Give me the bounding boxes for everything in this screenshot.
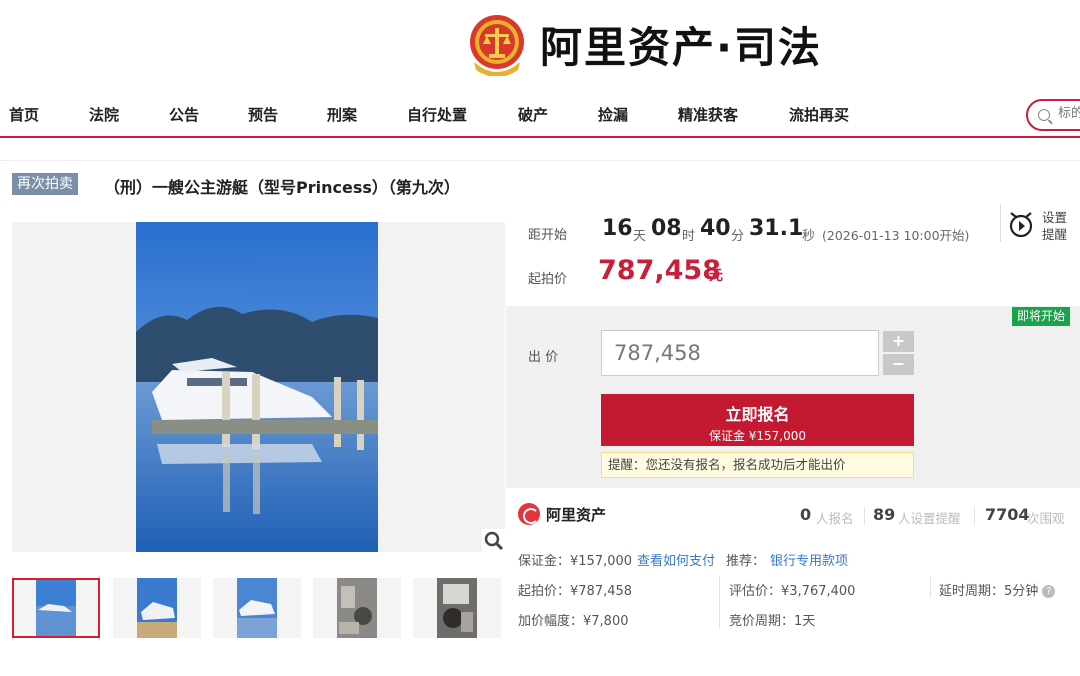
start-price-label: 起拍价 xyxy=(528,272,568,287)
countdown-seconds: 31.1 xyxy=(749,216,804,241)
alarm-clock-icon xyxy=(1009,212,1033,238)
nav-item-criminal[interactable]: 刑案 xyxy=(327,104,357,125)
bank-account-link[interactable]: 银行专用款项 xyxy=(770,550,848,569)
countdown-minutes-unit: 分 xyxy=(731,229,745,244)
nav-item-announcement[interactable]: 公告 xyxy=(169,104,199,125)
nav-item-preview[interactable]: 预告 xyxy=(248,104,278,125)
view-count: 7704 xyxy=(985,505,1030,524)
signup-label: 立即报名 xyxy=(725,405,790,424)
reminder-separator xyxy=(1000,204,1001,242)
search-box[interactable] xyxy=(1026,99,1080,131)
thumbnail-image xyxy=(36,580,76,636)
nav-item-bargain[interactable]: 捡漏 xyxy=(598,104,628,125)
signup-count: 0 xyxy=(800,505,812,524)
nav-item-home[interactable]: 首页 xyxy=(9,104,39,125)
signup-deposit: 保证金 ¥157,000 xyxy=(708,429,807,443)
reminder-count: 89 xyxy=(873,505,896,524)
main-image-viewer[interactable] xyxy=(12,222,505,552)
bid-increase-button[interactable]: + xyxy=(883,331,914,352)
start-price-value: 787,458 xyxy=(598,255,721,286)
ali-assets-logo-icon xyxy=(518,503,540,525)
zoom-button[interactable] xyxy=(482,529,506,553)
thumbnail-2[interactable] xyxy=(113,578,201,638)
increment-info: 加价幅度：¥7,800 xyxy=(518,614,629,629)
thumbnail-image xyxy=(437,578,477,638)
yacht-photo xyxy=(136,222,378,552)
set-reminder-button[interactable]: 设置 提醒 xyxy=(1007,207,1080,243)
bid-label: 出 价 xyxy=(528,350,559,365)
signup-now-button[interactable]: 立即报名 保证金 ¥157,000 xyxy=(601,394,914,446)
listing-title: （刑）一艘公主游艇（型号Princess）（第九次） xyxy=(104,178,460,197)
nav-item-relist-buy[interactable]: 流拍再买 xyxy=(789,104,849,125)
thumbnail-1[interactable] xyxy=(12,578,100,638)
countdown-seconds-unit: 秒 xyxy=(802,229,816,244)
signup-count-text: 人报名 xyxy=(816,511,854,526)
how-to-pay-link[interactable]: 查看如何支付 xyxy=(637,550,715,569)
thumbnail-image xyxy=(137,578,177,638)
info-separator xyxy=(930,576,931,598)
recommend-label: 推荐： xyxy=(726,554,766,569)
nav-item-precise-leads[interactable]: 精准获客 xyxy=(678,104,738,125)
reminder-count-text: 人设置提醒 xyxy=(898,511,961,526)
search-input[interactable] xyxy=(1058,106,1080,121)
bid-amount-input[interactable] xyxy=(601,330,879,376)
thumbnail-image xyxy=(337,578,377,638)
nav-item-bankruptcy[interactable]: 破产 xyxy=(518,104,548,125)
ali-assets-brand-text: 阿里资产 xyxy=(546,505,607,524)
reminder-line2: 提醒 xyxy=(1042,227,1068,242)
ali-assets-brand: 阿里资产 xyxy=(518,503,606,525)
delay-period-text: 延时周期：5分钟 xyxy=(939,584,1039,599)
status-badge: 即将开始 xyxy=(1012,307,1071,326)
countdown-label: 距开始 xyxy=(528,228,568,243)
start-price-unit: 元 xyxy=(709,268,723,284)
countdown-hours-unit: 时 xyxy=(682,229,696,244)
court-emblem-icon xyxy=(470,15,524,76)
thumbnail-3[interactable] xyxy=(213,578,301,638)
main-nav: 首页 法院 公告 预告 刑案 自行处置 破产 捡漏 精准获客 流拍再买 xyxy=(0,92,1080,138)
stat-separator xyxy=(974,507,975,525)
signup-notice: 提醒：您还没有报名，报名成功后才能出价 xyxy=(601,452,914,478)
magnifier-icon xyxy=(484,531,504,551)
thumbnail-image xyxy=(237,578,277,638)
relist-tag: 再次拍卖 xyxy=(12,173,78,195)
help-icon[interactable]: ? xyxy=(1042,585,1056,598)
view-count-text: 次围观 xyxy=(1027,511,1065,526)
site-logo[interactable]: 阿里资产·司法 xyxy=(468,8,822,80)
countdown-days-unit: 天 xyxy=(633,229,647,244)
appraisal-info: 评估价：¥3,767,400 xyxy=(729,584,856,599)
start-time-note: (2026-01-13 10:00开始) xyxy=(822,228,970,243)
info-separator xyxy=(719,576,720,628)
section-divider xyxy=(0,160,1080,161)
countdown-minutes: 40 xyxy=(700,216,731,241)
thumbnail-4[interactable] xyxy=(313,578,401,638)
thumbnail-5[interactable] xyxy=(413,578,501,638)
search-icon xyxy=(1038,109,1050,121)
delay-period-info: 延时周期：5分钟? xyxy=(939,580,1056,599)
stat-separator xyxy=(864,507,865,525)
countdown-days: 16 xyxy=(602,216,633,241)
deposit-info: 保证金：¥157,000 xyxy=(518,554,633,569)
nav-item-court[interactable]: 法院 xyxy=(89,104,119,125)
logo-text: 阿里资产·司法 xyxy=(540,22,822,72)
start-price-info: 起拍价：¥787,458 xyxy=(518,584,633,599)
nav-item-self-disposal[interactable]: 自行处置 xyxy=(407,104,467,125)
countdown-hours: 08 xyxy=(651,216,682,241)
bid-decrease-button[interactable]: − xyxy=(883,354,914,375)
bidding-cycle-info: 竞价周期：1天 xyxy=(729,614,816,629)
